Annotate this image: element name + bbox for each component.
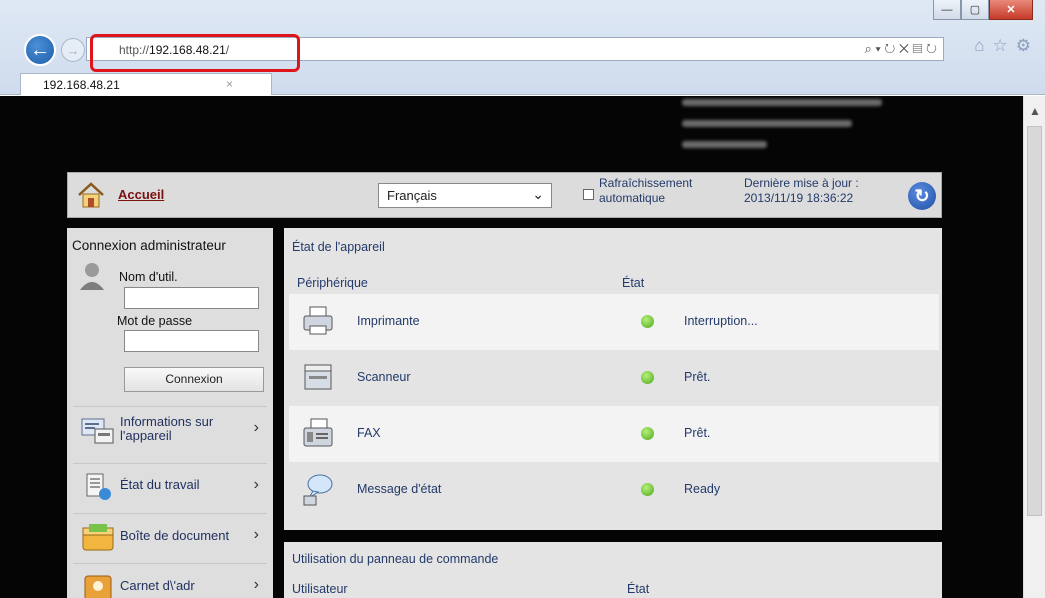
tab-title: 192.168.48.21: [43, 78, 120, 92]
password-input[interactable]: [124, 330, 259, 352]
sidebar-item-label: Boîte de document: [120, 528, 230, 543]
arrow-left-icon: ←: [30, 38, 50, 61]
window-controls: — ▢ ✕: [933, 0, 1033, 22]
minimize-button[interactable]: —: [933, 0, 961, 20]
status-indicator-icon: [641, 483, 654, 496]
login-button[interactable]: Connexion: [124, 367, 264, 392]
panel-usage-panel: Utilisation du panneau de commande Utili…: [284, 542, 942, 598]
last-update-label: Dernière mise à jour :: [744, 176, 859, 190]
username-label: Nom d'util.: [119, 270, 178, 284]
sidebar-item-job-status[interactable]: État du travail ›: [73, 463, 267, 509]
device-state: Prêt.: [684, 370, 711, 384]
table-row[interactable]: FAX Prêt.: [289, 406, 939, 462]
fax-icon: [303, 418, 333, 447]
browser-tab[interactable]: 192.168.48.21 ×: [20, 73, 272, 95]
column-header-user: Utilisateur: [292, 582, 348, 596]
home-icon[interactable]: ⌂: [974, 36, 984, 56]
document-box-icon: [82, 524, 114, 551]
device-model-info: [682, 99, 882, 162]
chevron-down-icon: ⌄: [532, 186, 544, 202]
username-input[interactable]: [124, 287, 259, 309]
status-indicator-icon: [641, 315, 654, 328]
language-value: Français: [387, 188, 437, 203]
scroll-up-icon[interactable]: ▲: [1029, 104, 1041, 118]
status-indicator-icon: [641, 427, 654, 440]
close-window-button[interactable]: ✕: [989, 0, 1033, 20]
chevron-right-icon: ›: [253, 526, 259, 543]
browser-toolbar-right: ⌂ ☆ ⚙: [974, 36, 1031, 56]
job-status-icon: [86, 473, 111, 500]
table-row[interactable]: Scanneur Prêt.: [289, 350, 939, 406]
address-book-icon: [84, 575, 112, 598]
language-select[interactable]: Français ⌄: [378, 183, 552, 208]
sidebar-item-label: Informations sur l'appareil: [120, 414, 214, 443]
chevron-right-icon: ›: [253, 419, 259, 436]
auto-refresh-checkbox[interactable]: [583, 189, 594, 200]
status-message-icon: [303, 474, 333, 506]
settings-gear-icon[interactable]: ⚙: [1016, 36, 1031, 56]
last-update-value: 2013/11/19 18:36:22: [744, 191, 854, 205]
device-state: Ready: [684, 482, 721, 496]
forward-button[interactable]: →: [61, 38, 85, 62]
auto-refresh-label: Rafraîchissement automatique: [599, 176, 693, 205]
top-bar: Accueil Français ⌄ Rafraîchissement auto…: [67, 172, 942, 218]
table-row[interactable]: Message d'état Ready: [289, 462, 939, 518]
sidebar-item-label: État du travail: [120, 477, 200, 492]
scroll-thumb[interactable]: [1027, 126, 1042, 516]
user-icon: [80, 263, 104, 290]
chevron-right-icon: ›: [253, 576, 259, 593]
panel-usage-title: Utilisation du panneau de commande: [292, 552, 499, 566]
sidebar-item-document-box[interactable]: Boîte de document ›: [73, 513, 267, 559]
last-update: Dernière mise à jour : 2013/11/19 18:36:…: [744, 176, 904, 206]
column-header-state: État: [622, 276, 645, 290]
device-name: Imprimante: [357, 314, 420, 328]
sidebar-item-device-info[interactable]: Informations sur l'appareil ›: [73, 406, 267, 452]
device-state: Interruption...: [684, 314, 758, 328]
status-indicator-icon: [641, 371, 654, 384]
tab-close-icon[interactable]: ×: [226, 77, 233, 91]
device-name: Scanneur: [357, 370, 411, 384]
home-link[interactable]: Accueil: [118, 187, 164, 202]
password-label: Mot de passe: [117, 314, 193, 328]
device-status-panel: État de l'appareil Périphérique État Imp…: [284, 228, 942, 530]
browser-chrome: — ▢ ✕ ← → http://192.168.48.21/ ⌕ ▾ ↻ ✕ …: [0, 0, 1045, 95]
address-bar-icons[interactable]: ⌕ ▾ ↻ ✕ ▤ ↻: [864, 41, 937, 57]
refresh-icon: ↻: [914, 185, 930, 206]
back-button[interactable]: ←: [24, 34, 56, 66]
maximize-button[interactable]: ▢: [961, 0, 989, 20]
favorites-star-icon[interactable]: ☆: [993, 36, 1008, 56]
sidebar-item-label: Carnet d\'adr: [120, 578, 195, 593]
device-status-title: État de l'appareil: [292, 240, 385, 254]
refresh-button[interactable]: ↻: [908, 182, 936, 210]
column-header-device: Périphérique: [297, 276, 368, 290]
arrow-right-icon: →: [66, 42, 80, 58]
sidebar: Connexion administrateur Nom d'util. Mot…: [67, 228, 273, 598]
device-name: FAX: [357, 426, 381, 440]
scanner-icon: [304, 364, 332, 390]
vertical-scrollbar[interactable]: ▲: [1023, 96, 1045, 598]
device-info-icon: [81, 418, 114, 444]
sidebar-item-address-book[interactable]: Carnet d\'adr ›: [73, 563, 267, 598]
device-name: Message d'état: [357, 482, 442, 496]
url-highlight-annotation: [90, 34, 300, 72]
device-state: Prêt.: [684, 426, 711, 440]
column-header-state: État: [627, 582, 650, 596]
chevron-right-icon: ›: [253, 476, 259, 493]
printer-icon: [303, 306, 333, 335]
web-page: Accueil Français ⌄ Rafraîchissement auto…: [0, 96, 1023, 598]
admin-login-title: Connexion administrateur: [72, 238, 226, 253]
table-row[interactable]: Imprimante Interruption...: [289, 294, 939, 350]
house-icon[interactable]: [77, 181, 105, 209]
